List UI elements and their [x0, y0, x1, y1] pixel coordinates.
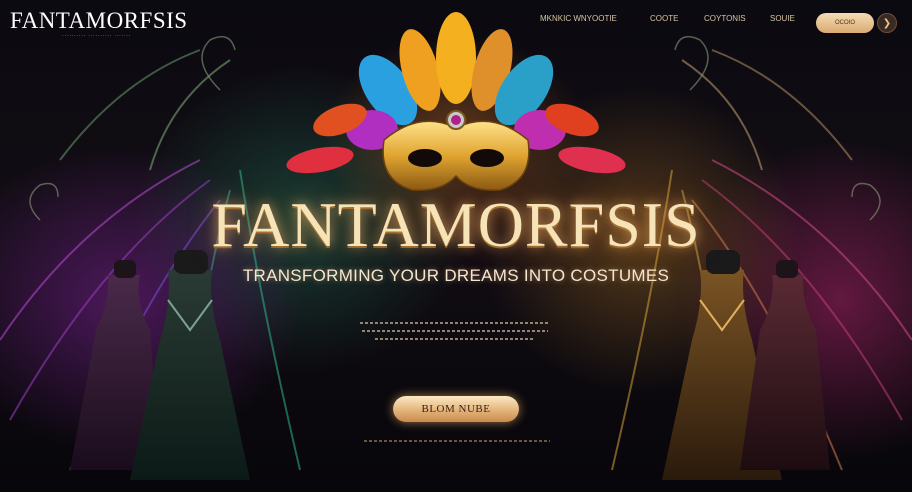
- nav-item-3[interactable]: COYTONIS: [704, 14, 770, 23]
- hero-subtitle: TRANSFORMING YOUR DREAMS INTO COSTUMES: [242, 266, 670, 285]
- nav-item-1[interactable]: MKNKIC WNYOOTIE: [540, 14, 650, 23]
- chevron-right-icon[interactable]: ❯: [877, 13, 897, 33]
- top-nav: MKNKIC WNYOOTIE COOTE COYTONIS SOUIE: [540, 14, 816, 23]
- nav-item-2[interactable]: COOTE: [650, 14, 704, 23]
- logo-tagline: ·········· ·········· ·······: [62, 33, 131, 39]
- footer-note: [364, 440, 550, 442]
- hero-cta-button[interactable]: BLOM NUBE: [393, 396, 519, 422]
- hero-description: [355, 322, 555, 346]
- site-logo[interactable]: FANTAMORFSIS: [10, 8, 188, 34]
- landing-page: FANTAMORFSIS ·········· ·········· ·····…: [0, 0, 912, 492]
- hero-title: FANTAMORFSIS: [211, 189, 701, 260]
- description-line: [375, 338, 535, 340]
- header-cta-button[interactable]: OCOIO: [816, 13, 874, 33]
- description-line: [362, 330, 548, 332]
- nav-item-4[interactable]: SOUIE: [770, 14, 816, 23]
- description-line: [360, 322, 550, 324]
